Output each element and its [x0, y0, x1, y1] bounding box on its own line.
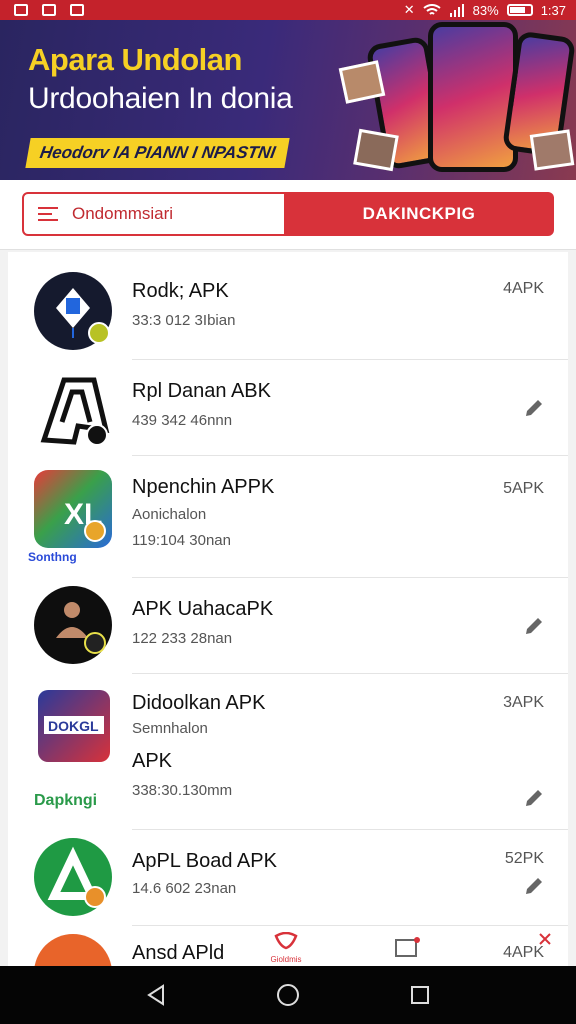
banner-tag: Heodorv IA PIANN I NPASTNI	[25, 138, 290, 168]
list-item[interactable]: DOKGL Dapkngi Didoolkan APK Semnhalon AP…	[8, 674, 568, 830]
heart-icon	[274, 931, 298, 950]
wifi-icon	[423, 3, 441, 15]
app-list: Rodk; APK 33:3 012 3Ibian 4APK Rpl Danan…	[8, 252, 568, 966]
clock: 1:37	[540, 2, 566, 18]
app-name: Didoolkan APK	[132, 692, 266, 714]
system-icons: ✕ 83% 1:37	[404, 2, 566, 18]
app-name: ApPL Boad APK	[132, 850, 277, 872]
app-icon-person	[34, 586, 112, 664]
search-placeholder: Ondommsiari	[72, 204, 174, 223]
app-caption: Dapkngi	[34, 792, 98, 809]
battery-percent: 83%	[472, 2, 499, 18]
search-input[interactable]: Ondommsiari	[22, 192, 286, 236]
app-meta: 14.6 602 23nan	[132, 880, 237, 897]
app-name: Rpl Danan ABK	[132, 380, 271, 402]
menu-icon	[38, 207, 58, 221]
verified-badge	[84, 520, 106, 542]
signal-icon	[449, 3, 464, 17]
app-size: 52PK	[504, 850, 544, 867]
app-icon-a-logo	[34, 370, 112, 448]
edit-icon[interactable]	[522, 786, 546, 810]
app-extra-label: APK	[132, 750, 173, 772]
battery-icon	[506, 4, 533, 16]
notification-icons	[14, 4, 84, 16]
notification-icon	[70, 4, 84, 16]
app-name: Ansd APld	[132, 942, 225, 964]
app-icon-dokg: DOKGL	[38, 690, 110, 762]
app-size: 3APK	[503, 694, 544, 711]
list-item[interactable]: Rodk; APK 33:3 012 3Ibian 4APK	[8, 252, 568, 360]
verified-badge	[88, 322, 110, 344]
promo-banner[interactable]: Apara Undolan Urdoohaien In donia Heodor…	[0, 20, 576, 180]
app-icon-orange	[34, 934, 112, 966]
app-meta: 122 233 28nan	[132, 630, 233, 647]
list-item[interactable]: APK UahacaPK 122 233 28nan	[8, 578, 568, 674]
mid-tab-label: Gioldmis	[270, 955, 302, 964]
app-size: 5APK	[503, 480, 544, 497]
app-meta: 338:30.130mm	[132, 782, 233, 799]
edit-icon[interactable]	[522, 614, 546, 638]
verified-badge	[86, 424, 108, 446]
edit-icon[interactable]	[522, 396, 546, 420]
app-caption: Sonthng	[28, 550, 77, 564]
verified-badge	[84, 632, 106, 654]
app-name: Rodk; APK	[132, 280, 229, 302]
list-item[interactable]: ApPL Boad APK 14.6 602 23nan 52PK	[8, 830, 568, 926]
app-icon-kite	[34, 272, 112, 350]
banner-title: Apara Undolan	[28, 42, 242, 77]
status-bar: ✕ 83% 1:37	[0, 0, 576, 20]
photo-thumbnail	[529, 129, 575, 171]
home-icon[interactable]	[276, 983, 300, 1007]
search-bar: Ondommsiari DAKINCKPIG	[0, 180, 576, 250]
svg-text:DOKGL: DOKGL	[48, 718, 99, 734]
recents-icon[interactable]	[409, 984, 431, 1006]
download-button[interactable]: DAKINCKPIG	[284, 192, 554, 236]
app-meta: 33:3 012 3Ibian	[132, 312, 236, 329]
verified-badge	[84, 886, 106, 908]
app-size: 4APK	[503, 280, 544, 297]
system-nav-bar	[0, 966, 576, 1024]
photo-thumbnail	[353, 128, 399, 172]
app-size: 4APK	[503, 944, 544, 961]
mute-icon: ✕	[403, 2, 415, 17]
list-item[interactable]: Ansd APld Gioldmis 4APK	[8, 926, 568, 966]
banner-subtitle: Urdoohaien In donia	[28, 82, 293, 115]
app-meta: 439 342 46nnn	[132, 412, 233, 429]
app-subtitle: Aonichalon	[132, 506, 207, 523]
app-subtitle: Semnhalon	[132, 720, 208, 737]
edit-icon[interactable]	[522, 874, 546, 898]
app-meta: 119:104 30nan	[132, 532, 231, 549]
notification-icon	[14, 4, 28, 16]
gallery-icon[interactable]	[394, 936, 422, 958]
app-icon-xl: XL	[34, 470, 112, 548]
mid-tab[interactable]: Gioldmis	[266, 931, 306, 964]
app-icon-green-a	[34, 838, 112, 916]
list-item[interactable]: Rpl Danan ABK 439 342 46nnn	[8, 360, 568, 456]
app-name: Npenchin APPK	[132, 476, 275, 498]
phone-illustration	[428, 22, 518, 172]
notification-icon	[42, 4, 56, 16]
list-item[interactable]: XL Sonthng Npenchin APPK Aonichalon 119:…	[8, 456, 568, 578]
back-icon[interactable]	[145, 984, 167, 1006]
app-name: APK UahacaPK	[132, 598, 274, 620]
